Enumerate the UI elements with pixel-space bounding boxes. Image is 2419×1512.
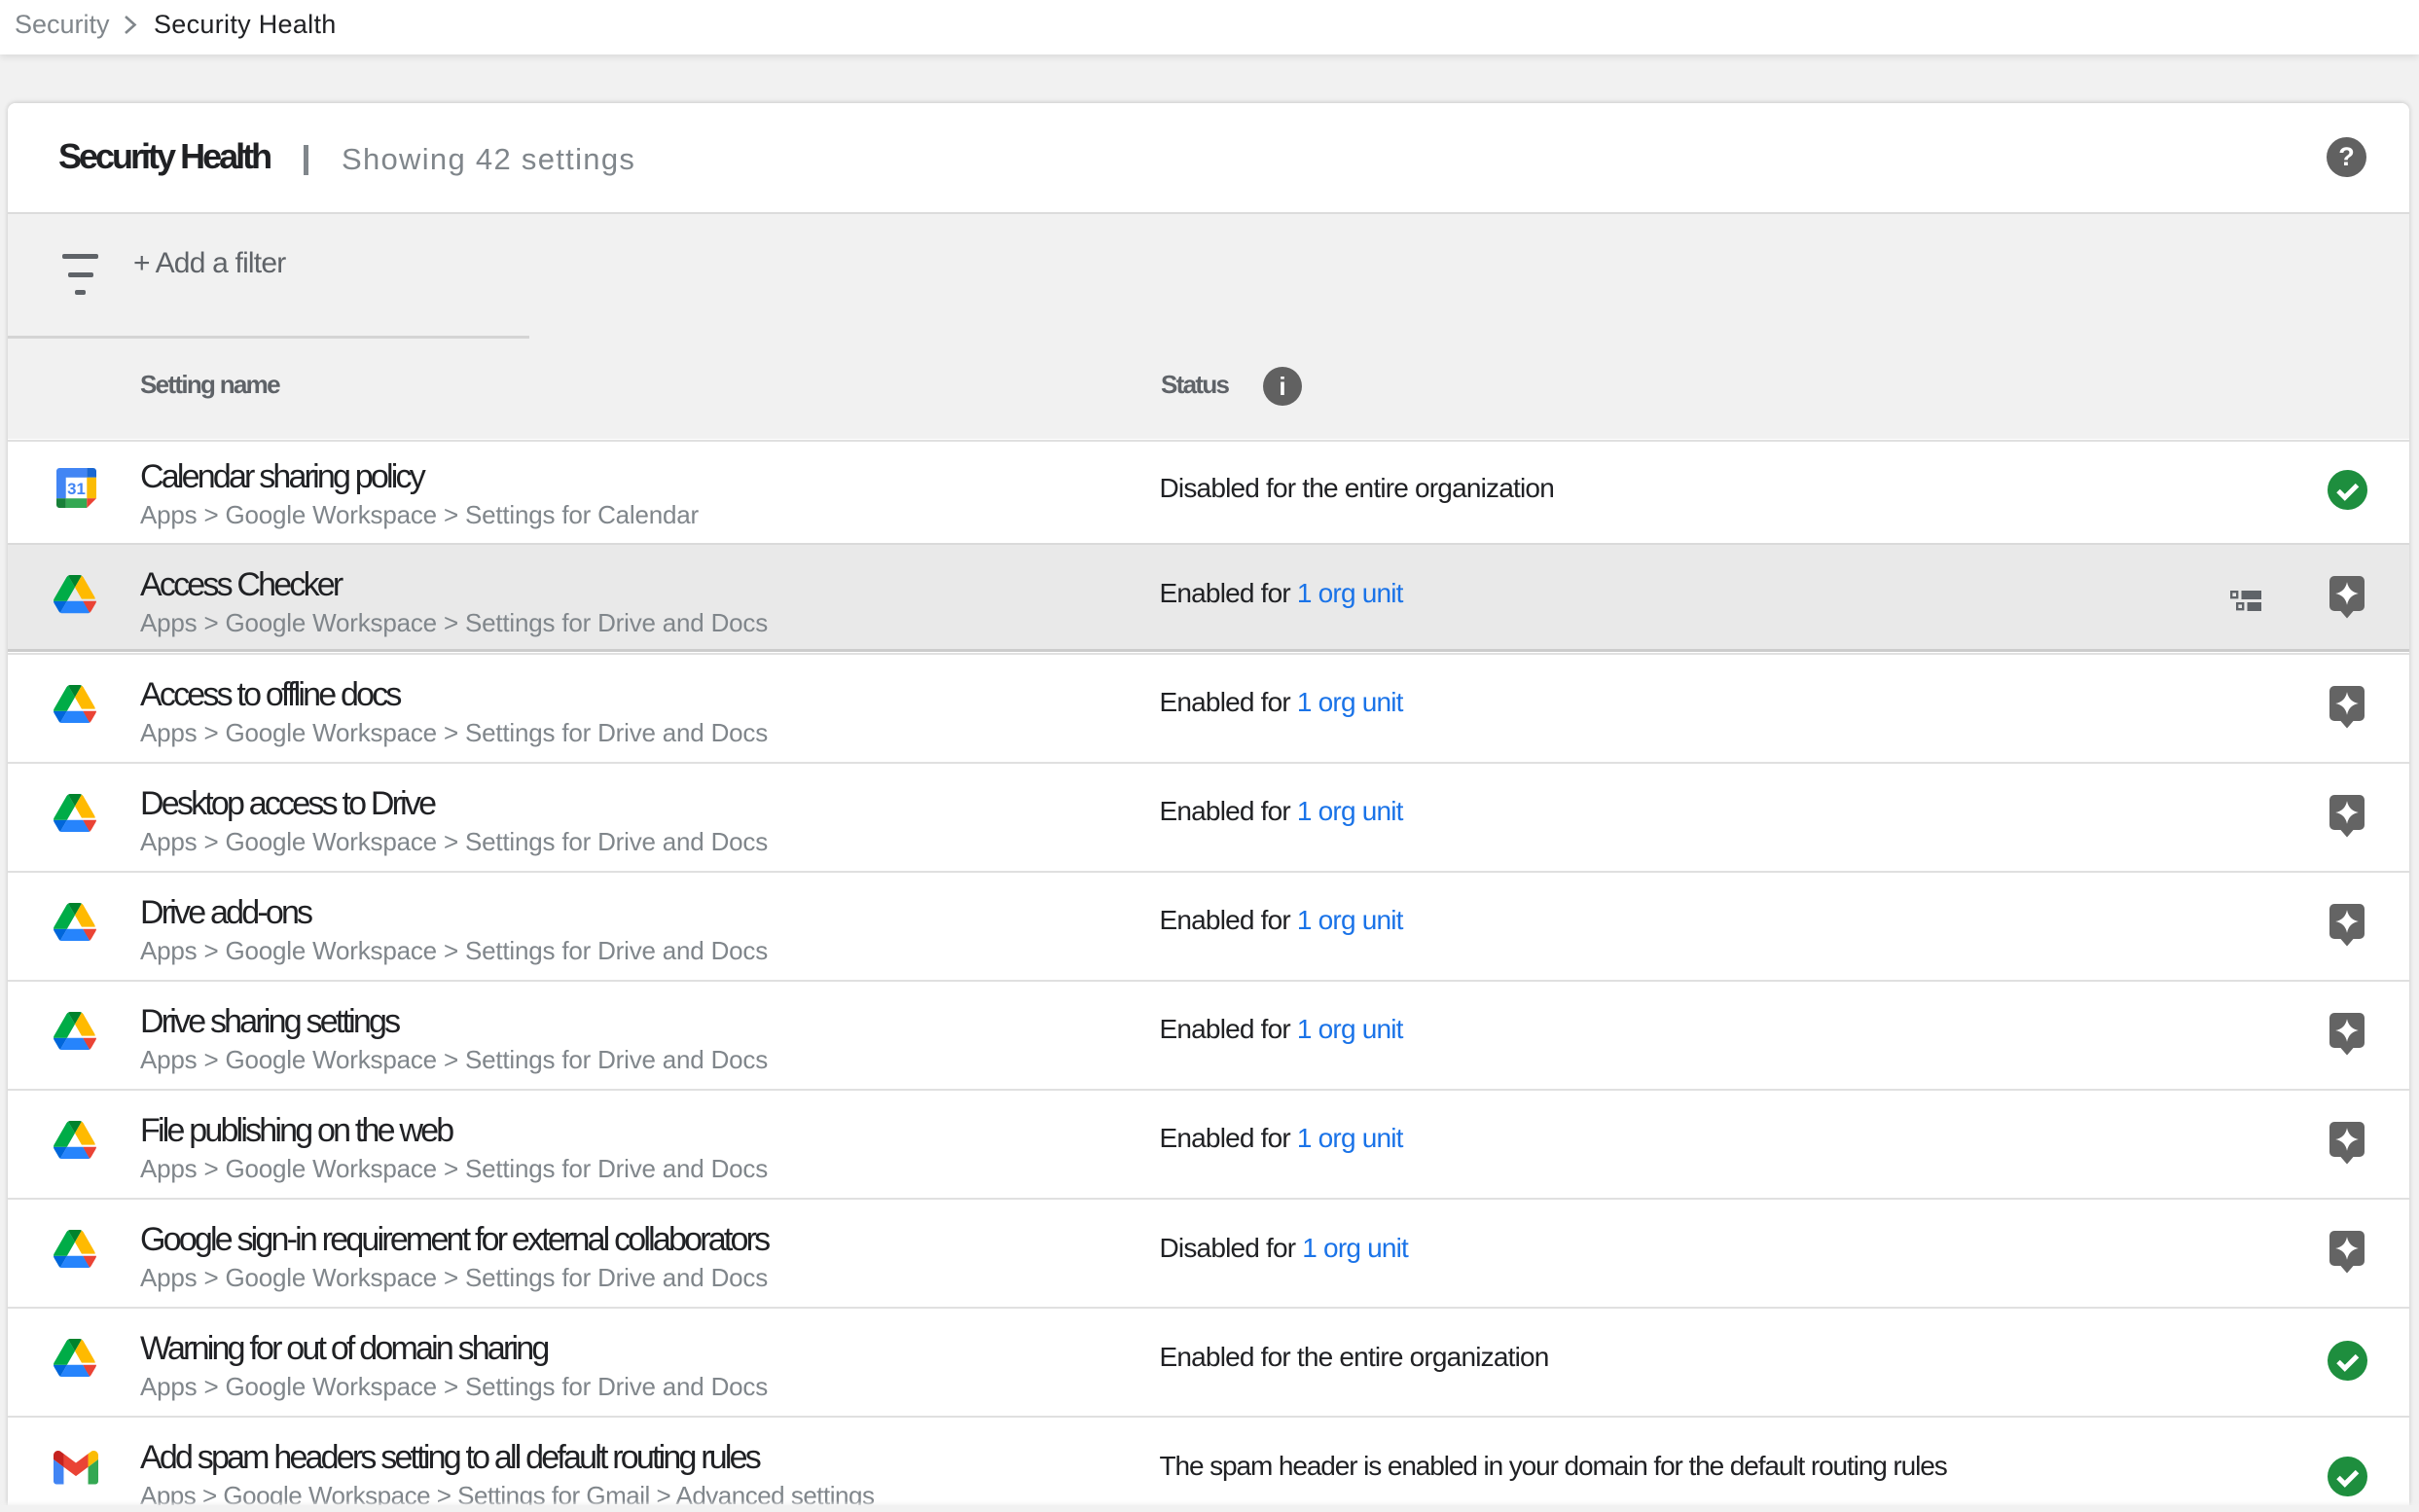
svg-text:31: 31 xyxy=(67,479,86,497)
